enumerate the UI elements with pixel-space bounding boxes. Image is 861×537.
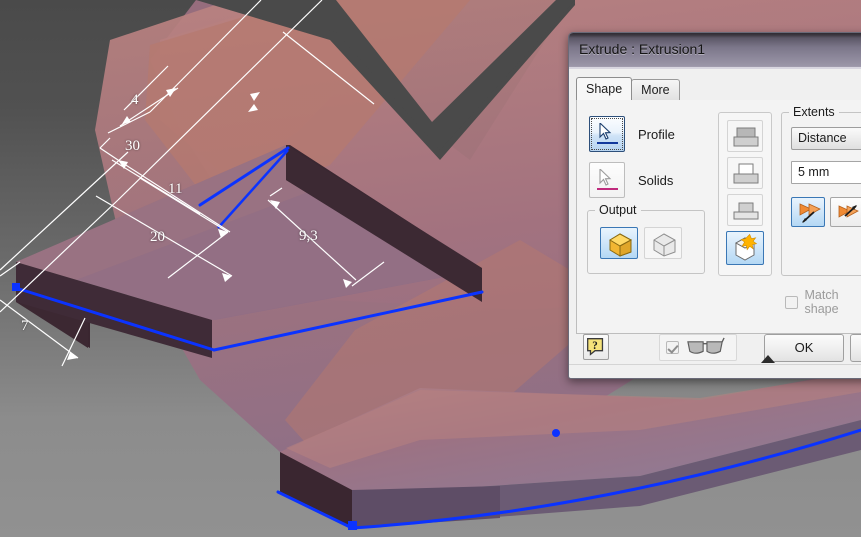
solids-label: Solids xyxy=(638,172,674,188)
match-shape-label: Match shape xyxy=(804,288,839,316)
profile-label: Profile xyxy=(638,126,675,142)
extents-group: Extents Distance 5 mm xyxy=(781,105,861,276)
cancel-button[interactable] xyxy=(850,334,861,362)
solids-select-button[interactable] xyxy=(589,162,625,198)
intersect-icon xyxy=(733,202,759,220)
output-surface-button[interactable] xyxy=(644,227,682,259)
tab-more[interactable]: More xyxy=(631,79,680,100)
profile-selector-row[interactable]: Profile xyxy=(589,116,675,152)
match-shape-checkbox[interactable] xyxy=(785,295,798,309)
preview-glasses-group[interactable] xyxy=(659,334,737,361)
dimension-lines xyxy=(0,0,385,367)
3d-glasses-icon xyxy=(687,337,725,354)
shape-tab-panel: Profile Solids Output Extents Distance 5… xyxy=(576,100,861,334)
direction-flip-icon xyxy=(799,203,821,223)
extrude-dialog[interactable]: Extrude : Extrusion1 ShapeMore Profile xyxy=(568,32,861,379)
operation-intersect-button[interactable] xyxy=(727,194,763,226)
dimension-label[interactable]: 30 xyxy=(125,138,140,155)
solids-selector-row[interactable]: Solids xyxy=(589,162,673,198)
profile-color-bar xyxy=(597,142,618,144)
output-group-title: Output xyxy=(595,203,641,217)
dimension-label[interactable]: 9,3 xyxy=(299,228,318,245)
tab-shape[interactable]: Shape xyxy=(576,77,633,100)
direction-2-button[interactable] xyxy=(830,197,861,227)
ok-button[interactable]: OK xyxy=(764,334,844,362)
preview-checkbox[interactable] xyxy=(666,341,679,354)
operation-new-solid-button[interactable] xyxy=(726,231,764,265)
output-solid-button[interactable] xyxy=(600,227,638,259)
dimension-label[interactable]: 7 xyxy=(21,318,29,335)
dialog-tabs: Shape More xyxy=(576,77,680,100)
direction-1-button[interactable] xyxy=(791,197,825,227)
cut-icon xyxy=(733,163,759,184)
solid-cube-icon xyxy=(609,233,633,257)
help-button[interactable]: ? xyxy=(583,334,609,360)
svg-text:?: ? xyxy=(592,340,598,352)
profile-select-button[interactable] xyxy=(589,116,625,152)
match-shape-row[interactable]: Match shape xyxy=(785,288,861,316)
join-icon xyxy=(733,127,759,147)
extents-type-select[interactable]: Distance xyxy=(791,127,861,150)
operation-join-button[interactable] xyxy=(727,120,763,152)
operation-cut-button[interactable] xyxy=(727,157,763,189)
dimension-label[interactable]: 20 xyxy=(150,229,165,246)
dialog-title: Extrude : Extrusion1 xyxy=(579,41,706,57)
solids-color-bar xyxy=(597,188,618,190)
help-icon: ? xyxy=(587,338,604,356)
extents-group-title: Extents xyxy=(789,105,839,119)
dialog-titlebar[interactable]: Extrude : Extrusion1 xyxy=(569,33,861,69)
dimension-label[interactable]: 4 xyxy=(131,92,139,109)
extents-distance-input[interactable]: 5 mm xyxy=(791,161,861,184)
new-solid-icon xyxy=(734,233,758,261)
output-group: Output xyxy=(587,203,705,274)
boolean-operations-column xyxy=(718,112,772,276)
resize-grip-icon[interactable] xyxy=(761,355,775,363)
direction-arrow-icon xyxy=(838,205,859,218)
dialog-footer: ? OK xyxy=(569,334,861,364)
footer-divider xyxy=(569,364,861,365)
dimension-label[interactable]: 11 xyxy=(168,181,182,198)
dialog-body: Shape More Profile Solids Output Extents… xyxy=(569,69,861,378)
wireframe-cube-icon xyxy=(653,233,676,257)
cad-application-window: 4 30 11 20 9,3 7 Extrude : Extrusion1 Sh… xyxy=(0,0,861,537)
arrow-cursor-icon xyxy=(599,169,612,186)
arrow-cursor-icon xyxy=(599,123,612,140)
dimension-arrowheads xyxy=(67,88,352,360)
